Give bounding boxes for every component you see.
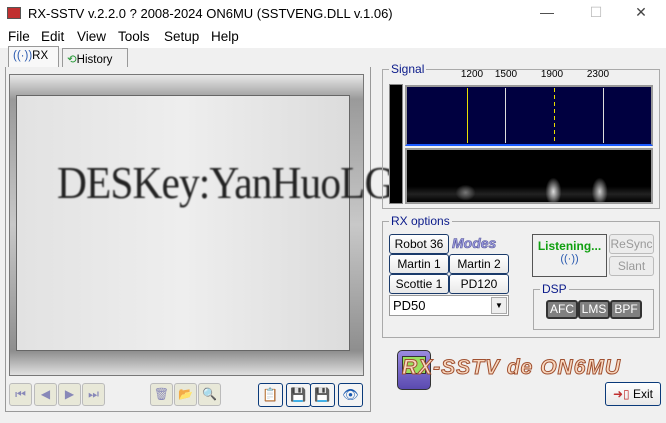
save-button[interactable]: 💾: [286, 383, 311, 407]
prev-image-button[interactable]: ◀: [34, 383, 57, 406]
mode-select[interactable]: PD50 ▼: [389, 295, 509, 316]
scottie1-button[interactable]: Scottie 1: [389, 274, 449, 294]
next-image-button[interactable]: ▶: [58, 383, 81, 406]
app-logo: RX-SSTV de ON6MU: [401, 356, 622, 380]
level-meter: [389, 84, 403, 204]
menu-tools[interactable]: Tools: [118, 29, 150, 44]
status-box: Listening... ((·)): [532, 234, 607, 277]
maximize-button[interactable]: ☐: [581, 4, 611, 21]
open-folder-button[interactable]: 📂: [174, 383, 197, 406]
history-clock-icon: ⟲: [67, 54, 77, 66]
app-icon: [7, 7, 21, 19]
exit-button[interactable]: ➜▯ Exit: [605, 382, 661, 406]
status-text: Listening...: [537, 239, 602, 253]
tick-2300: 2300: [586, 69, 610, 80]
antenna-icon: ((·)): [560, 253, 579, 265]
delete-button[interactable]: 🗑: [150, 383, 173, 406]
slant-button[interactable]: Slant: [609, 256, 654, 276]
waterfall-display: [405, 148, 653, 204]
received-image: DESKey:YanHuoLG: [16, 95, 394, 351]
dsp-label: DSP: [540, 282, 569, 296]
martin2-button[interactable]: Martin 2: [449, 254, 509, 274]
minimize-button[interactable]: —: [532, 4, 562, 20]
robot36-button[interactable]: Robot 36: [389, 234, 449, 254]
tick-1900: 1900: [540, 69, 564, 80]
tab-rx[interactable]: ((·))RX: [8, 46, 59, 68]
menu-file[interactable]: File: [8, 29, 30, 44]
tab-history-label: History: [76, 54, 113, 66]
chevron-down-icon[interactable]: ▼: [491, 297, 507, 314]
marker-1500: [505, 88, 506, 143]
pd120-button[interactable]: PD120: [449, 274, 509, 294]
martin1-button[interactable]: Martin 1: [389, 254, 449, 274]
marker-1200: [467, 88, 468, 143]
rx-options-label: RX options: [389, 214, 452, 228]
menu-view[interactable]: View: [77, 29, 106, 44]
image-text: DESKey:YanHuoLG: [57, 157, 394, 208]
resync-button[interactable]: ReSync: [609, 234, 654, 254]
title-bar: RX-SSTV v.2.2.0 ? 2008-2024 ON6MU (SSTVE…: [0, 0, 666, 28]
view-button[interactable]: 👁: [338, 383, 363, 407]
tick-1500: 1500: [494, 69, 518, 80]
exit-door-icon: ➜▯: [612, 387, 630, 401]
afc-button[interactable]: AFC: [546, 300, 578, 319]
window-title: RX-SSTV v.2.2.0 ? 2008-2024 ON6MU (SSTVE…: [28, 6, 393, 21]
tab-history[interactable]: ⟲History: [62, 48, 128, 68]
bpf-button[interactable]: BPF: [610, 300, 642, 319]
copy-button[interactable]: 📋: [258, 383, 283, 407]
exit-label: Exit: [633, 387, 654, 401]
first-image-button[interactable]: ⏮: [9, 383, 32, 406]
menu-help[interactable]: Help: [211, 29, 239, 44]
last-image-button[interactable]: ⏭: [82, 383, 105, 406]
mode-select-value: PD50: [393, 298, 426, 313]
menu-edit[interactable]: Edit: [41, 29, 64, 44]
antenna-icon: ((·)): [13, 50, 33, 62]
menu-setup[interactable]: Setup: [164, 29, 199, 44]
tab-rx-label: RX: [32, 50, 49, 62]
marker-2300: [603, 88, 604, 143]
modes-logo: Modes: [452, 235, 497, 252]
save-as-button[interactable]: 💾: [310, 383, 335, 407]
marker-1900: [554, 88, 555, 143]
lms-button[interactable]: LMS: [578, 300, 610, 319]
tick-1200: 1200: [460, 69, 484, 80]
menu-bar: File Edit View Tools Setup Help: [0, 28, 666, 48]
zoom-button[interactable]: 🔍: [198, 383, 221, 406]
signal-label: Signal: [389, 62, 427, 76]
spectrum-display: [405, 85, 653, 146]
close-button[interactable]: ✕: [626, 4, 656, 21]
